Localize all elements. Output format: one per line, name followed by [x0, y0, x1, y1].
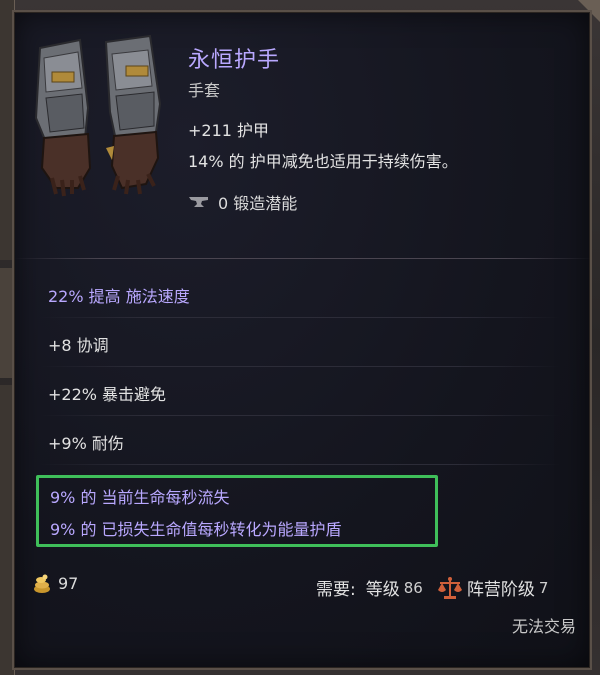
gold-amount: 97 — [58, 573, 79, 593]
armor-effect: 14% 的 护甲减免也适用于持续伤害。 — [188, 152, 458, 171]
scales-icon — [437, 576, 462, 599]
affix-divider — [40, 366, 560, 367]
affix-line: +8 协调 — [48, 336, 109, 355]
special-mod: 9% 的 当前生命每秒流失 — [50, 488, 230, 507]
armor-value: +211 护甲 — [188, 121, 270, 140]
section-divider — [14, 258, 592, 259]
item-type: 手套 — [188, 81, 221, 100]
affix-divider — [40, 415, 560, 416]
gold-value: 97 — [32, 572, 78, 594]
forge-potential-label: 0 锻造潜能 — [218, 194, 298, 213]
requirements: 需要: 等级 86 阵营阶级 7 — [316, 575, 548, 600]
forge-potential: 0 锻造潜能 — [188, 190, 297, 214]
implicit-affix: 22% 提高 施法速度 — [48, 287, 190, 306]
gold-icon — [34, 574, 50, 593]
trade-status: 无法交易 — [511, 617, 576, 636]
faction-rank-label: 阵营阶级 — [466, 580, 535, 600]
faction-rank-value: 7 — [538, 578, 549, 597]
special-mod: 9% 的 已损失生命值每秒转化为能量护盾 — [50, 520, 342, 539]
level-label: 等级 — [365, 580, 400, 600]
affix-line: +22% 暴击避免 — [48, 385, 167, 404]
gauntlets-icon — [34, 34, 162, 197]
anvil-icon — [189, 197, 208, 207]
item-name: 永恒护手 — [188, 48, 281, 73]
affix-divider — [40, 317, 560, 318]
affix-divider — [40, 464, 560, 465]
requirement-label: 需要: — [316, 580, 356, 600]
level-value: 86 — [403, 578, 423, 597]
affix-line: +9% 耐伤 — [48, 434, 124, 453]
